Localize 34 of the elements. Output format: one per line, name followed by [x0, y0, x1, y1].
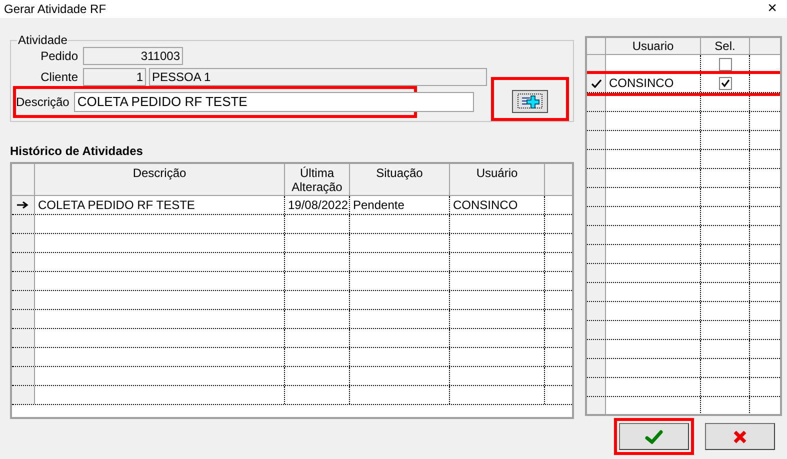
row-indicator[interactable]: [12, 196, 35, 214]
checkmark-icon: [645, 430, 663, 444]
window-title: Gerar Atividade RF: [4, 1, 106, 18]
client-name-field: PESSOA 1: [149, 68, 487, 86]
table-cell: CONSINCO: [609, 76, 674, 90]
add-list-icon: [517, 93, 543, 109]
order-field: 311003: [83, 47, 183, 65]
add-button[interactable]: [512, 90, 548, 112]
checkbox[interactable]: [718, 76, 732, 90]
column-header[interactable]: Sel.: [701, 38, 750, 54]
row-indicator[interactable]: [587, 74, 606, 92]
group-legend: Atividade: [17, 33, 68, 47]
table-cell: 19/08/2022: [285, 196, 350, 214]
column-header[interactable]: Descrição: [35, 164, 285, 195]
table-cell: COLETA PEDIDO RF TESTE: [35, 196, 285, 214]
client-code-field: 1: [83, 68, 146, 86]
column-header[interactable]: Última Alteração: [285, 164, 350, 195]
close-button[interactable]: ×: [768, 1, 777, 17]
column-header[interactable]: Situação: [350, 164, 450, 195]
field-label: Descrição: [16, 94, 70, 111]
arrow-icon: [17, 201, 29, 209]
field-label: Cliente: [40, 69, 79, 86]
check-icon: [590, 78, 602, 88]
ok-button[interactable]: [619, 423, 689, 450]
column-header[interactable]: Usuário: [450, 164, 545, 195]
description-field[interactable]: COLETA PEDIDO RF TESTE: [74, 92, 474, 112]
section-title: Histórico de Atividades: [10, 144, 144, 158]
cancel-button[interactable]: [705, 423, 775, 450]
checkbox[interactable]: [718, 58, 732, 70]
table-cell: Pendente: [350, 196, 450, 214]
table-cell: CONSINCO: [450, 196, 545, 214]
x-icon: [733, 430, 747, 444]
field-label: Pedido: [40, 48, 79, 65]
column-header[interactable]: Usuario: [606, 38, 701, 54]
